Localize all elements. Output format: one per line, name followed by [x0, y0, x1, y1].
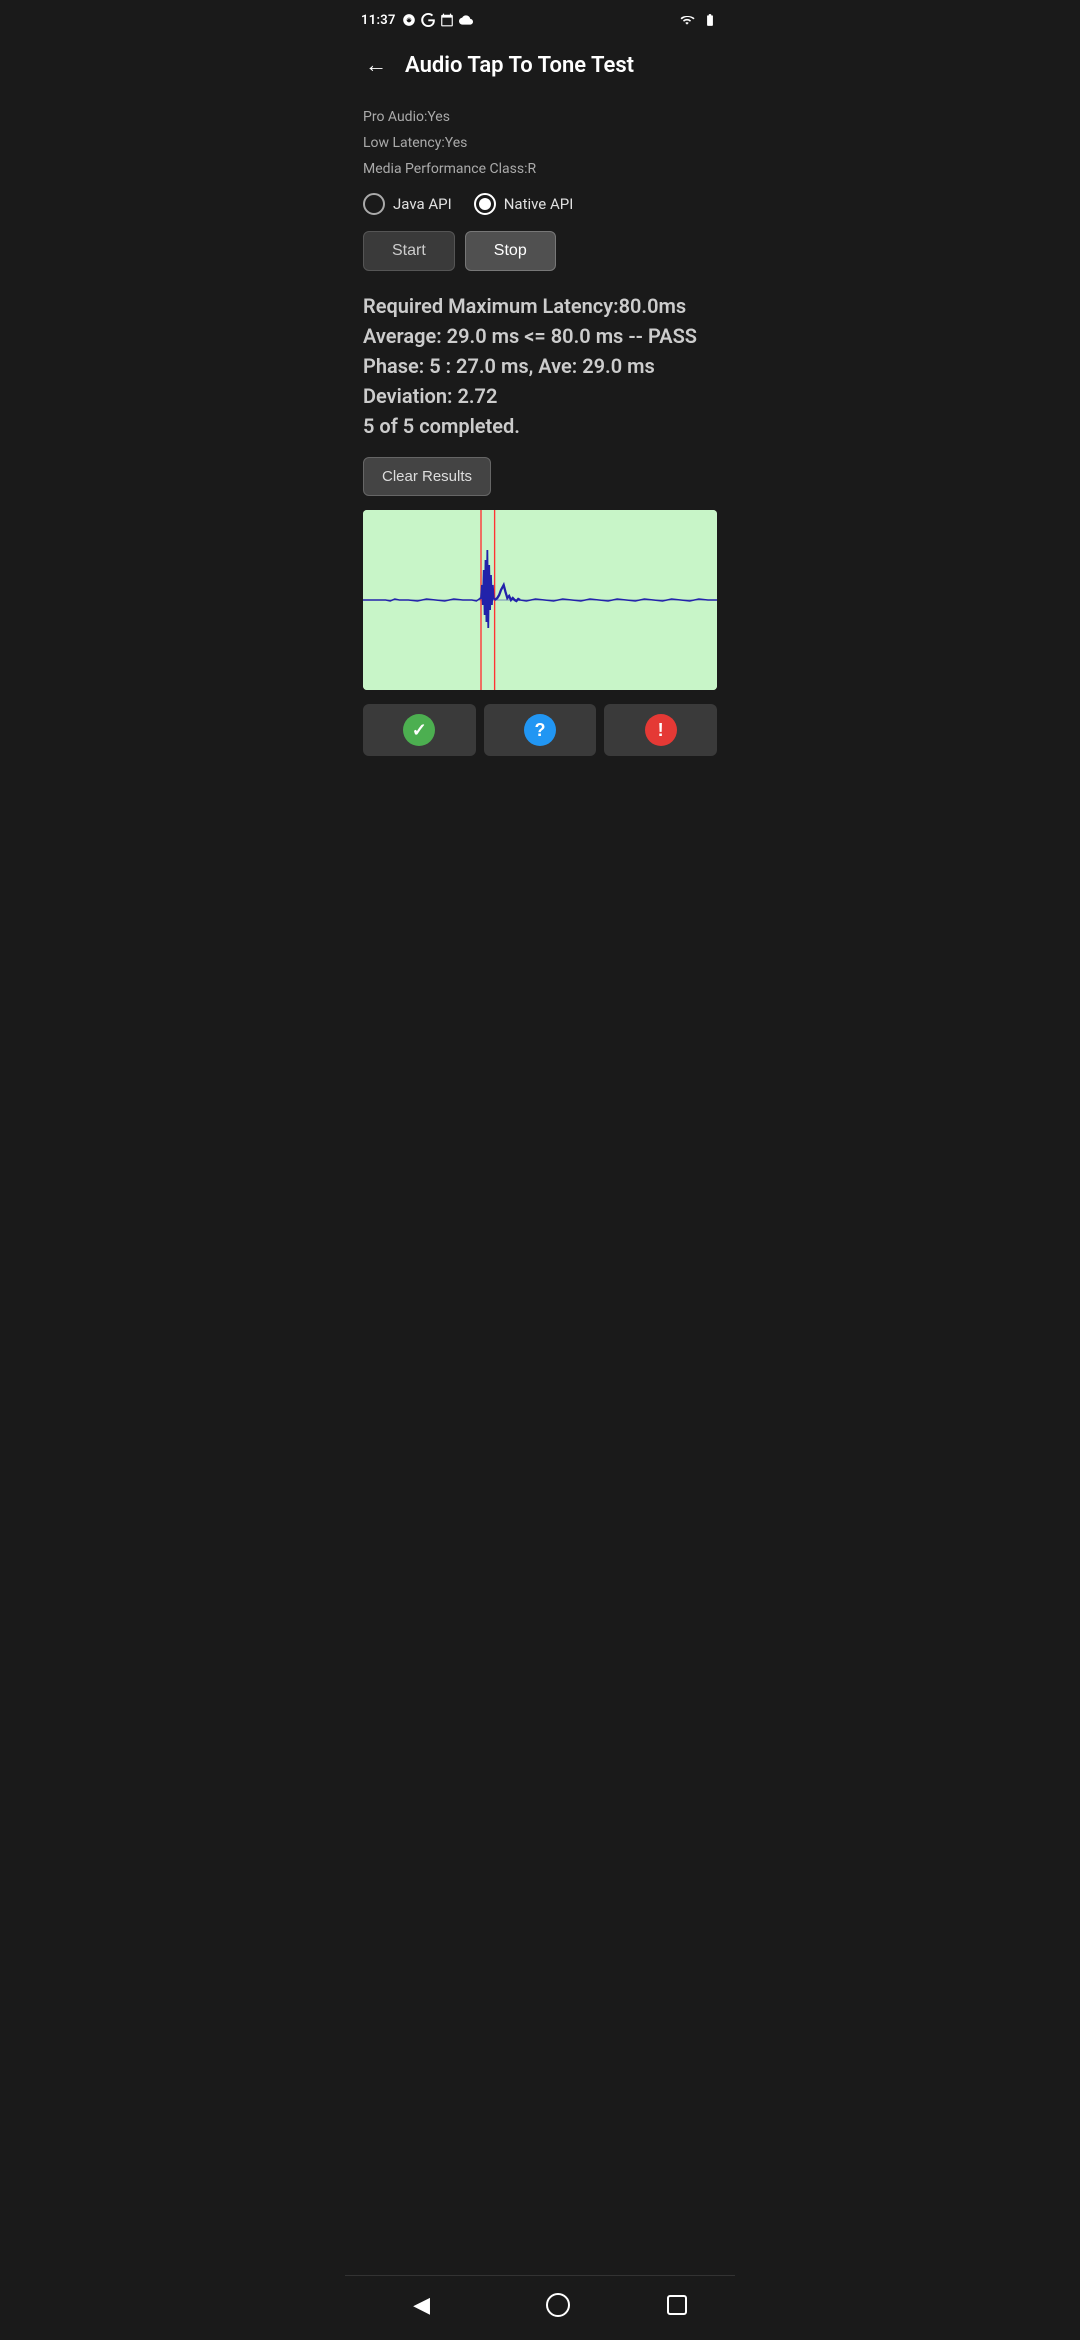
low-latency-info: Low Latency:Yes	[363, 132, 717, 156]
clear-results-button[interactable]: Clear Results	[363, 457, 491, 496]
status-time: 11:37	[361, 13, 396, 28]
help-button[interactable]: ?	[484, 704, 597, 756]
question-icon: ?	[524, 714, 556, 746]
control-buttons: Start Stop	[363, 231, 717, 271]
native-api-option[interactable]: Native API	[474, 193, 574, 215]
java-api-label: Java API	[393, 195, 452, 213]
checkmark-icon: ✓	[403, 714, 435, 746]
cloud-icon	[459, 13, 473, 27]
app-bar: ← Audio Tap To Tone Test	[345, 36, 735, 98]
stop-button[interactable]: Stop	[465, 231, 556, 271]
navigation-bar: ◀	[345, 2275, 735, 2340]
result-line-5: 5 of 5 completed.	[363, 411, 717, 441]
warning-icon: !	[645, 714, 677, 746]
nav-home-button[interactable]	[546, 2293, 570, 2317]
google-icon	[421, 13, 435, 27]
bottom-action-buttons: ✓ ? !	[363, 704, 717, 756]
status-bar: 11:37	[345, 0, 735, 36]
pro-audio-info: Pro Audio:Yes	[363, 106, 717, 130]
device-info: Pro Audio:Yes Low Latency:Yes Media Perf…	[363, 106, 717, 181]
api-selector: Java API Native API	[363, 193, 717, 215]
fan-icon	[402, 13, 416, 27]
wifi-icon	[679, 13, 695, 27]
waveform-svg	[363, 510, 717, 690]
app-title: Audio Tap To Tone Test	[405, 53, 634, 78]
back-button[interactable]: ←	[361, 48, 391, 82]
media-performance-info: Media Performance Class:R	[363, 158, 717, 182]
result-line-2: Average: 29.0 ms <= 80.0 ms -- PASS	[363, 321, 717, 351]
native-api-radio-inner	[479, 198, 491, 210]
result-line-3: Phase: 5 : 27.0 ms, Ave: 29.0 ms	[363, 351, 717, 381]
calendar-icon	[440, 13, 454, 27]
main-content: Pro Audio:Yes Low Latency:Yes Media Perf…	[345, 98, 735, 756]
result-line-4: Deviation: 2.72	[363, 381, 717, 411]
native-api-label: Native API	[504, 195, 574, 213]
start-button[interactable]: Start	[363, 231, 455, 271]
native-api-radio[interactable]	[474, 193, 496, 215]
waveform-display	[363, 510, 717, 690]
nav-recent-button[interactable]	[667, 2295, 687, 2315]
pass-button[interactable]: ✓	[363, 704, 476, 756]
status-bar-left: 11:37	[361, 13, 473, 28]
back-arrow-icon: ◀	[413, 2292, 430, 2317]
battery-icon	[701, 13, 719, 27]
results-section: Required Maximum Latency:80.0ms Average:…	[363, 291, 717, 441]
status-bar-right	[679, 13, 719, 27]
result-line-1: Required Maximum Latency:80.0ms	[363, 291, 717, 321]
java-api-radio[interactable]	[363, 193, 385, 215]
java-api-option[interactable]: Java API	[363, 193, 452, 215]
nav-back-button[interactable]: ◀	[393, 2286, 450, 2324]
warning-button[interactable]: !	[604, 704, 717, 756]
status-icons	[402, 13, 473, 27]
